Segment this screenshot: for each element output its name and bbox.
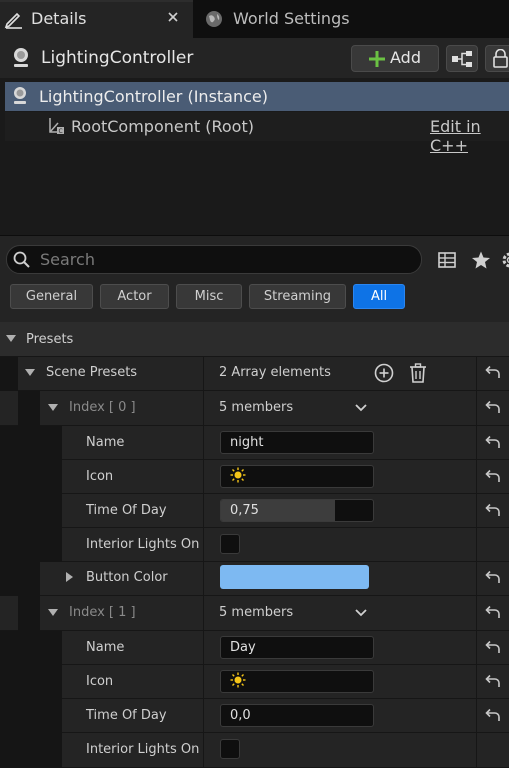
reset-to-default-icon[interactable] [484, 365, 502, 381]
filter-all[interactable]: All [353, 284, 405, 309]
indent-guide [18, 596, 40, 768]
table-view-icon[interactable] [437, 250, 457, 270]
time-of-day-slider[interactable]: 0,75 [220, 499, 374, 522]
button-color-swatch[interactable] [220, 565, 369, 589]
scene-presets-value: 2 Array elements [219, 365, 331, 380]
interior-lights-checkbox[interactable] [220, 534, 240, 554]
gear-icon[interactable] [500, 250, 509, 270]
reset-to-default-icon[interactable] [484, 708, 502, 724]
trash-icon[interactable] [409, 363, 427, 383]
filter-streaming[interactable]: Streaming [249, 284, 346, 309]
category-presets-label: Presets [26, 332, 74, 347]
sun-icon [230, 467, 246, 483]
reset-to-default-icon[interactable] [484, 640, 502, 656]
button-color-label: Button Color [86, 570, 168, 585]
actor-icon [10, 47, 32, 69]
index-0-value: 5 members [219, 400, 294, 415]
tab-world-settings[interactable]: World Settings [233, 9, 350, 28]
svg-text:C: C [59, 128, 63, 135]
component-instance-label: LightingController (Instance) [39, 87, 268, 106]
actor-name: LightingController [41, 48, 194, 68]
expand-arrow-icon[interactable] [65, 571, 75, 583]
reset-to-default-icon[interactable] [484, 570, 502, 586]
component-root-label: RootComponent (Root) [71, 117, 254, 136]
name-label: Name [86, 640, 125, 655]
collapse-arrow-icon[interactable] [47, 608, 59, 618]
tab-details-label: Details [31, 9, 87, 28]
name-label: Name [86, 435, 125, 450]
time-of-day-label: Time Of Day [86, 708, 167, 723]
hierarchy-icon [451, 49, 473, 69]
icon-label: Icon [86, 469, 114, 484]
chevron-down-icon[interactable] [354, 403, 368, 413]
time-of-day-value: 0,75 [230, 503, 259, 518]
reset-to-default-icon[interactable] [484, 435, 502, 451]
search-icon [13, 251, 31, 269]
index-0-label: Index [ 0 ] [69, 400, 136, 415]
filter-misc[interactable]: Misc [176, 284, 242, 309]
collapse-arrow-icon[interactable] [47, 403, 59, 413]
filter-actor[interactable]: Actor [100, 284, 169, 309]
scene-presets-label: Scene Presets [46, 365, 138, 380]
lock-icon [492, 49, 509, 68]
add-element-icon[interactable] [374, 363, 394, 383]
time-of-day-label: Time Of Day [86, 503, 167, 518]
edit-in-cpp-link[interactable]: Edit in C++ [430, 117, 509, 155]
star-icon[interactable] [471, 250, 491, 270]
index-1-value: 5 members [219, 605, 294, 620]
pencil-icon [4, 9, 24, 29]
reset-to-default-icon[interactable] [484, 605, 502, 621]
collapse-arrow-icon[interactable] [5, 334, 17, 344]
globe-icon [205, 10, 223, 28]
actor-instance-icon [10, 86, 30, 106]
indent-guide [18, 391, 40, 596]
close-icon[interactable] [166, 10, 180, 24]
reset-column-divider [476, 357, 477, 768]
collapse-arrow-icon[interactable] [24, 368, 36, 378]
name-input[interactable]: night [220, 431, 374, 454]
reset-to-default-icon[interactable] [484, 674, 502, 690]
scene-component-icon: C [44, 116, 66, 136]
interior-lights-checkbox[interactable] [220, 739, 240, 759]
icon-label: Icon [86, 674, 114, 689]
indent-guide [40, 631, 62, 768]
search-placeholder: Search [40, 250, 95, 269]
tab-details[interactable] [0, 0, 193, 38]
interior-lights-label: Interior Lights On [86, 537, 200, 552]
filter-general[interactable]: General [10, 284, 93, 309]
sun-icon [230, 672, 246, 688]
plus-icon [368, 50, 386, 68]
index-1-label: Index [ 1 ] [69, 605, 136, 620]
name-input[interactable]: Day [220, 636, 374, 659]
time-of-day-slider[interactable]: 0,0 [220, 704, 374, 727]
column-divider [203, 357, 204, 768]
reset-to-default-icon[interactable] [484, 469, 502, 485]
reset-to-default-icon[interactable] [484, 503, 502, 519]
chevron-down-icon[interactable] [354, 608, 368, 618]
category-presets-row[interactable] [0, 322, 509, 357]
reset-to-default-icon[interactable] [484, 400, 502, 416]
interior-lights-label: Interior Lights On [86, 742, 200, 757]
add-button-label: Add [390, 48, 421, 67]
